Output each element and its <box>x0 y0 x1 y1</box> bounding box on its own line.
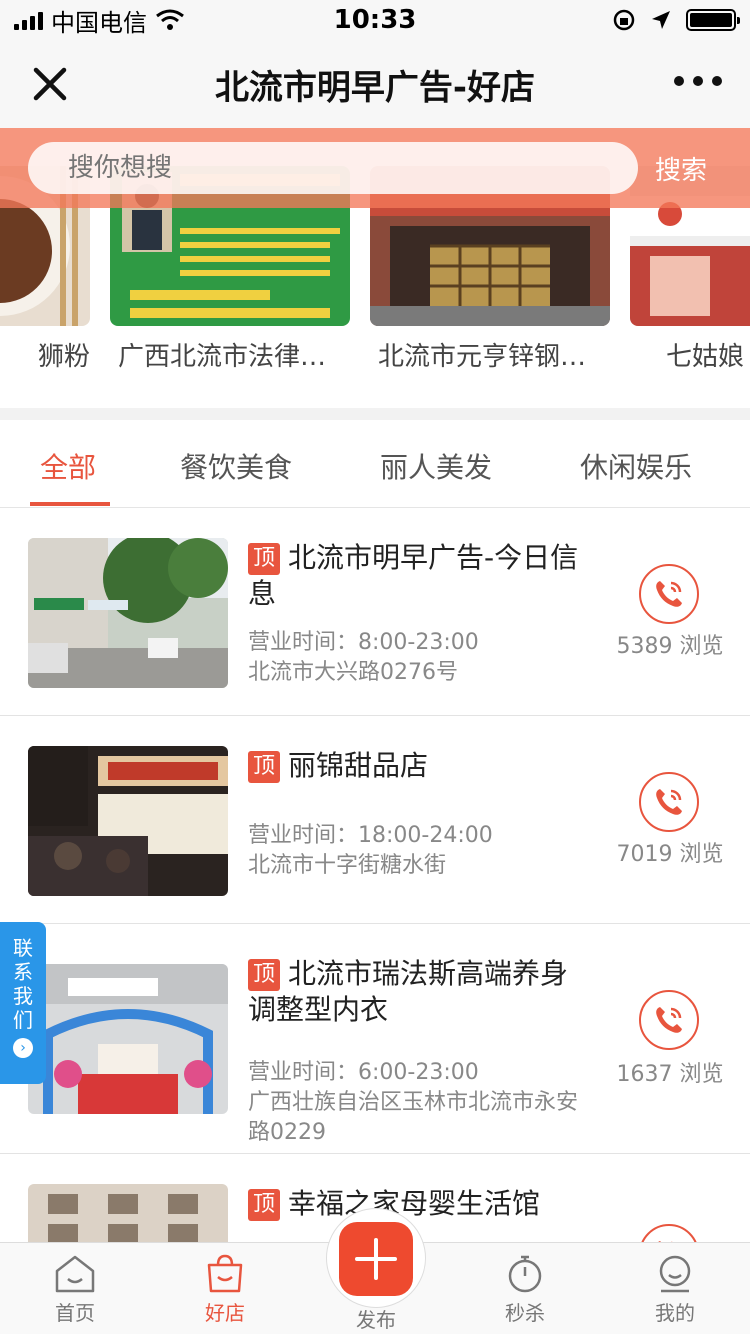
publish-button[interactable] <box>339 1222 413 1296</box>
page: 中国电信 10:33 北流市明早广告-好店 狮粉 广西北流市法律… 北流市元亨锌… <box>0 0 750 1334</box>
shop-bag-icon <box>207 1254 243 1293</box>
shop-image <box>28 538 228 688</box>
view-count: 7019 浏览 <box>616 842 724 867</box>
tabbar-shops-label: 好店 <box>205 1301 245 1325</box>
search-input[interactable] <box>28 142 638 194</box>
phone-icon <box>656 581 682 607</box>
active-tab-indicator <box>30 502 110 506</box>
publish-label: 发布 <box>356 1308 396 1332</box>
tab-leisure[interactable]: 休闲娱乐 <box>580 446 692 486</box>
list-item[interactable]: 顶北流市瑞法斯高端养身调整型内衣 营业时间：6:00-23:00 广西壮族自治区… <box>0 924 750 1154</box>
shop-hours: 营业时间：6:00-23:00 <box>248 1060 479 1085</box>
shop-name: 顶北流市瑞法斯高端养身调整型内衣 <box>248 957 569 1026</box>
status-bar: 中国电信 10:33 <box>0 0 750 40</box>
category-tabs: 全部 餐饮美食 丽人美发 休闲娱乐 <box>0 420 750 508</box>
chevron-right-icon: › <box>13 1038 33 1058</box>
list-item[interactable]: 顶北流市明早广告-今日信息 营业时间：8:00-23:00 北流市大兴路0276… <box>0 508 750 716</box>
more-icon[interactable] <box>674 76 722 86</box>
tab-all[interactable]: 全部 <box>40 446 96 486</box>
shop-address: 北流市十字街糖水街 <box>248 853 447 878</box>
clock: 10:33 <box>333 5 417 35</box>
tabbar-home[interactable]: 首页 <box>25 1253 125 1326</box>
rotation-lock-icon <box>613 9 635 31</box>
shop-list: 顶北流市明早广告-今日信息 营业时间：8:00-23:00 北流市大兴路0276… <box>0 508 750 1334</box>
home-icon <box>55 1255 95 1293</box>
list-item[interactable]: 顶丽锦甜品店 营业时间：18:00-24:00 北流市十字街糖水街 7019 浏… <box>0 716 750 924</box>
tabbar-shops[interactable]: 好店 <box>175 1253 275 1326</box>
contact-us-tab[interactable]: 联系我们 › <box>0 922 46 1084</box>
battery-icon <box>686 9 740 31</box>
featured-shop-label: 狮粉 <box>37 342 90 372</box>
featured-shop-label: 广西北流市法律… <box>118 342 327 372</box>
close-icon[interactable] <box>30 64 70 104</box>
user-icon <box>659 1255 691 1293</box>
view-count: 5389 浏览 <box>616 634 724 659</box>
tabbar-flash-sale[interactable]: 秒杀 <box>475 1253 575 1326</box>
shop-image <box>28 746 228 896</box>
plus-icon <box>355 1238 397 1280</box>
page-title: 北流市明早广告-好店 <box>214 67 536 108</box>
tabbar-mine[interactable]: 我的 <box>625 1253 725 1326</box>
featured-shop-label: 北流市元亨锌钢… <box>378 342 587 372</box>
nav-bar: 北流市明早广告-好店 <box>0 40 750 128</box>
tabbar-mine-label: 我的 <box>655 1301 695 1325</box>
search-bar: 搜索 <box>0 128 750 208</box>
shop-address: 广西壮族自治区玉林市北流市永安路0229 <box>248 1090 579 1145</box>
location-icon <box>652 11 670 29</box>
shop-hours: 营业时间：8:00-23:00 <box>248 630 479 655</box>
tab-beauty[interactable]: 丽人美发 <box>380 446 492 486</box>
top-badge: 顶 <box>248 1189 280 1221</box>
top-badge: 顶 <box>248 959 280 991</box>
contact-us-label: 联系我们 <box>13 936 33 1032</box>
tabbar-home-label: 首页 <box>55 1301 95 1325</box>
call-button[interactable] <box>639 772 699 832</box>
phone-icon <box>656 1007 682 1033</box>
tab-food[interactable]: 餐饮美食 <box>180 446 292 486</box>
search-button[interactable]: 搜索 <box>655 150 707 187</box>
shop-hours: 营业时间：18:00-24:00 <box>248 823 493 848</box>
shop-name: 顶幸福之家母婴生活馆 <box>248 1186 593 1222</box>
signal-icon <box>14 10 43 30</box>
stopwatch-icon <box>508 1255 542 1293</box>
shop-name: 顶丽锦甜品店 <box>248 748 593 784</box>
shop-name: 顶北流市明早广告-今日信息 <box>248 541 579 610</box>
shop-address: 北流市大兴路0276号 <box>248 660 458 685</box>
view-count: 1637 浏览 <box>616 1062 724 1087</box>
phone-icon <box>656 789 682 815</box>
wifi-icon <box>156 9 184 30</box>
call-button[interactable] <box>639 990 699 1050</box>
carrier-label: 中国电信 <box>51 8 147 37</box>
top-badge: 顶 <box>248 751 280 783</box>
call-button[interactable] <box>639 564 699 624</box>
tabbar-flash-sale-label: 秒杀 <box>505 1301 545 1325</box>
shop-image <box>28 964 228 1114</box>
featured-shop-label: 七姑娘 <box>666 342 745 372</box>
top-badge: 顶 <box>248 543 280 575</box>
